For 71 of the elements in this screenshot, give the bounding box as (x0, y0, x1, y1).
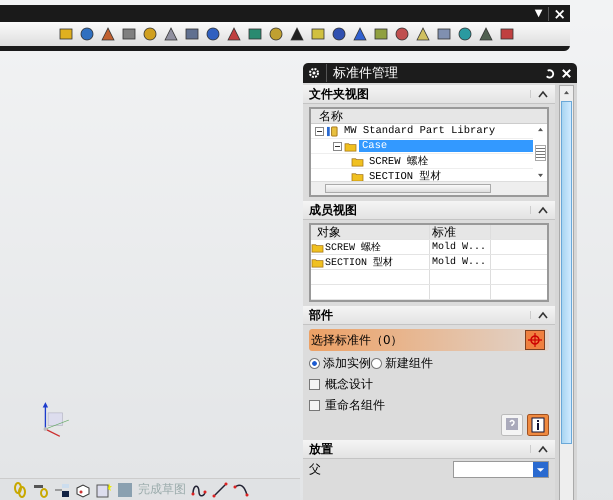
tool-icon[interactable] (100, 26, 116, 42)
close-button[interactable]: × (548, 6, 566, 20)
scroll-up-icon[interactable] (563, 90, 570, 95)
crosshair-icon[interactable] (525, 330, 545, 350)
section-title: 文件夹视图 (309, 86, 370, 102)
folder-icon (311, 256, 324, 268)
folder-icon (344, 140, 357, 152)
assembly-icon[interactable] (54, 482, 70, 498)
column-header: 名称 (311, 109, 547, 124)
tool-icon[interactable] (121, 26, 137, 42)
table-cell-text: SECTION 型材 (325, 256, 394, 269)
column-header: 标准 (430, 225, 491, 239)
folder-icon (351, 156, 364, 166)
tool-icon[interactable] (352, 26, 368, 42)
section-header[interactable]: 成员视图 (303, 201, 555, 220)
section-title: 成员视图 (309, 202, 358, 218)
sketch-icon[interactable] (96, 482, 112, 498)
field-label: 父 (309, 461, 321, 478)
tool-icon[interactable] (226, 26, 242, 42)
tool-icon[interactable] (58, 26, 74, 42)
tool-icon[interactable] (478, 26, 494, 42)
cube-icon[interactable] (75, 482, 91, 498)
tool-icon[interactable] (331, 26, 347, 42)
horizontal-scrollbar[interactable] (311, 181, 547, 195)
tool-icon[interactable] (184, 26, 200, 42)
tree-item[interactable]: SECTION 型材 (366, 169, 533, 181)
close-icon[interactable] (561, 68, 572, 78)
tool-icon[interactable] (247, 26, 263, 42)
scrollbar[interactable] (559, 85, 574, 500)
dropdown-field[interactable] (453, 461, 549, 478)
menu-button[interactable]: ▼ (534, 6, 542, 20)
tool-icon[interactable] (289, 26, 305, 42)
tool-icon[interactable] (436, 26, 452, 42)
column-header: 对象 (311, 225, 430, 239)
checkbox[interactable]: 重命名组件 (309, 397, 549, 414)
tree-item[interactable]: MW Standard Part Library (341, 125, 533, 137)
dialog-title: 标准件管理 (326, 64, 538, 82)
tool-icon[interactable] (415, 26, 431, 42)
tool-icon[interactable] (268, 26, 284, 42)
tool-icon[interactable] (373, 26, 389, 42)
arc-icon[interactable] (233, 482, 249, 498)
section-header[interactable]: 部件 (303, 306, 555, 325)
line-icon[interactable] (212, 482, 228, 498)
tool-icon[interactable] (310, 26, 326, 42)
scroll-up-icon[interactable] (536, 127, 544, 132)
tree-item[interactable]: SCREW 螺栓 (366, 154, 533, 168)
tool-icon[interactable] (163, 26, 179, 42)
checkbox[interactable]: 概念设计 (309, 376, 549, 393)
section-title: 部件 (309, 306, 334, 324)
info-icon[interactable] (527, 414, 549, 436)
section-header[interactable]: 放置 (303, 440, 555, 459)
tool-icon[interactable] (499, 26, 515, 42)
radio-button[interactable]: 添加实例 (309, 355, 371, 372)
collapse-toggle-icon[interactable] (315, 126, 324, 136)
table-cell: Mold W... (432, 256, 486, 268)
reset-icon[interactable] (544, 68, 555, 78)
dropdown-arrow-icon[interactable] (536, 466, 545, 472)
section-header[interactable]: 文件夹视图 (303, 85, 555, 104)
collapse-toggle-icon[interactable] (333, 142, 342, 150)
section-title: 放置 (309, 440, 334, 458)
tool-icon[interactable] (142, 26, 158, 42)
table-cell: Mold W... (432, 242, 486, 252)
tool-icon[interactable] (205, 26, 221, 42)
scroll-down-icon[interactable] (536, 173, 544, 178)
tool-icon[interactable] (457, 26, 473, 42)
tool-icon[interactable] (79, 26, 95, 42)
tool-icon[interactable] (394, 26, 410, 42)
settings-icon[interactable] (308, 67, 320, 79)
library-icon (326, 126, 339, 136)
table-cell-text: SCREW 螺栓 (325, 240, 382, 254)
radio-button[interactable]: 新建组件 (371, 355, 433, 372)
